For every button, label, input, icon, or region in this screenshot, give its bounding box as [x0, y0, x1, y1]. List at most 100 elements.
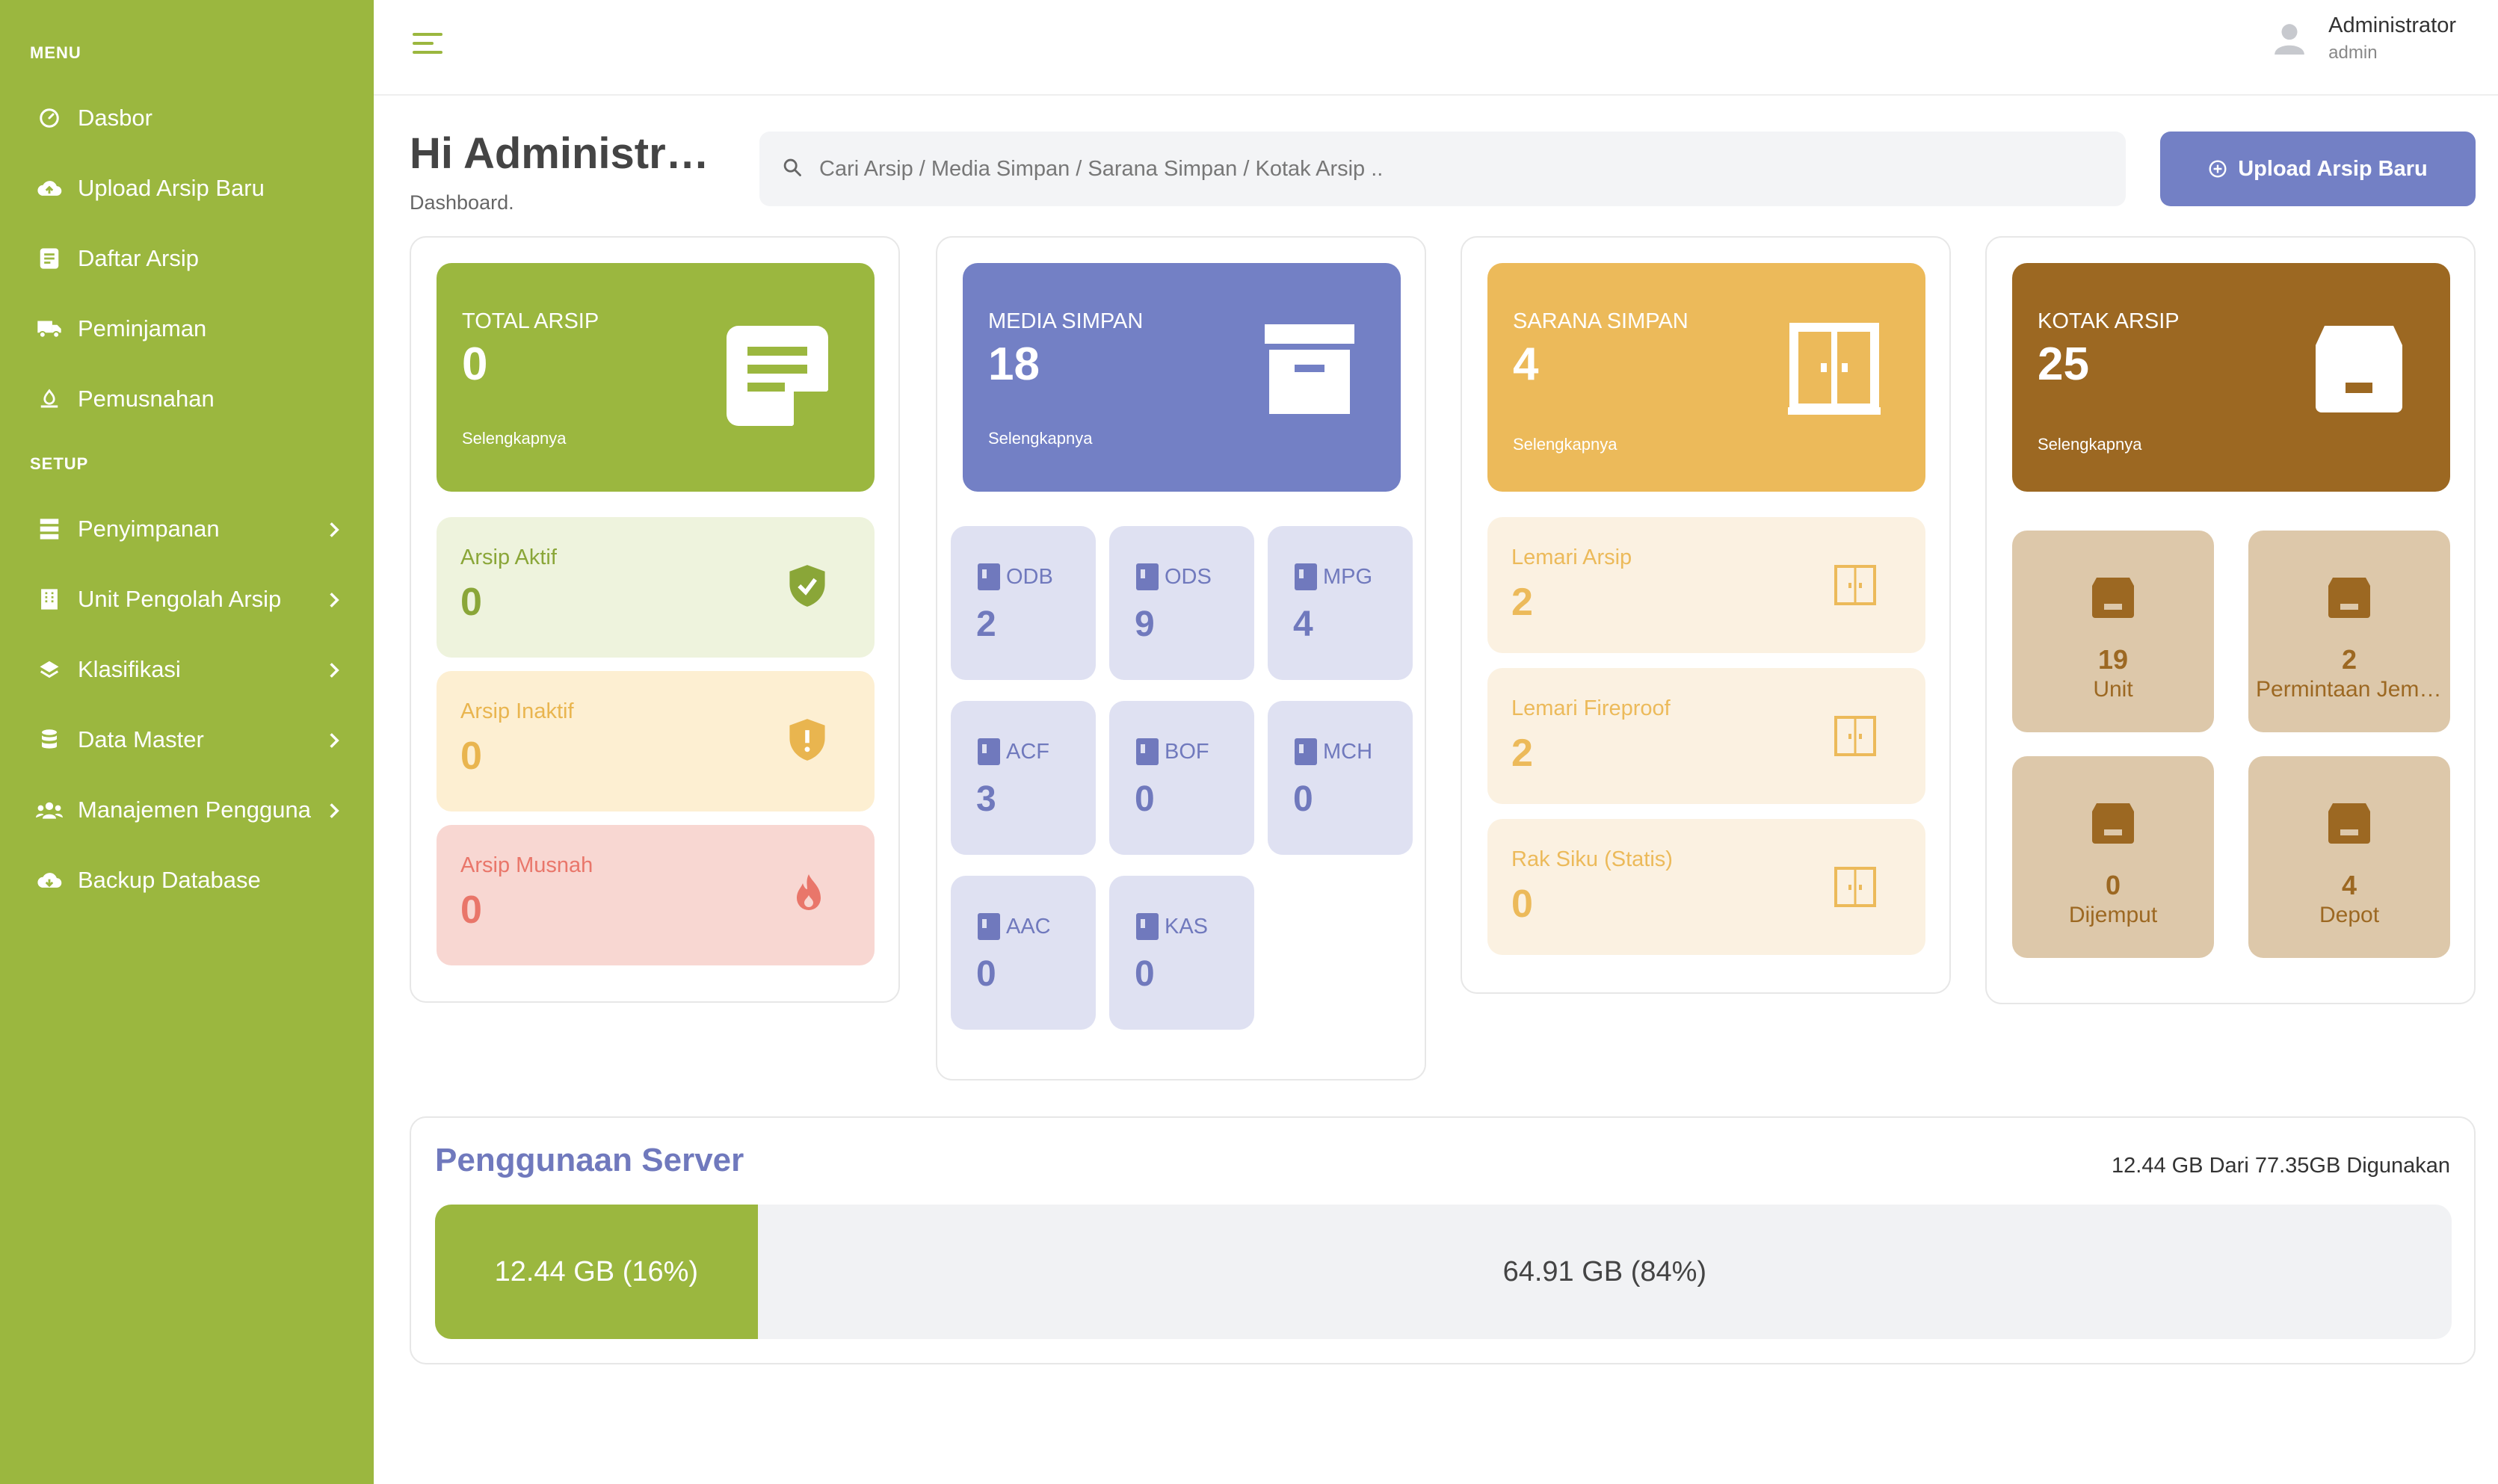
stat-value: 0: [460, 581, 482, 624]
hero-value: 18: [988, 338, 1040, 390]
media-tile-aac[interactable]: AAC 0: [951, 876, 1096, 1030]
stat-value: 2: [1511, 581, 1533, 624]
box-icon: [2091, 801, 2135, 850]
tile-label: ODS: [1165, 564, 1212, 589]
shield-check-icon: [788, 563, 827, 612]
tile-label: Depot: [2319, 903, 2380, 927]
sarana-simpan-card: SARANA SIMPAN 4 Selengkapnya Lemari Arsi…: [1461, 236, 1951, 994]
stat-rak-siku[interactable]: Rak Siku (Statis) 0: [1487, 819, 1925, 955]
stat-lemari-arsip[interactable]: Lemari Arsip 2: [1487, 517, 1925, 653]
tile-value: 4: [1293, 605, 1313, 644]
hero-value: 0: [462, 338, 488, 390]
media-simpan-hero[interactable]: MEDIA SIMPAN 18 Selengkapnya: [963, 263, 1401, 492]
more-link[interactable]: Selengkapnya: [1513, 435, 1617, 454]
tile-label: Unit: [2093, 677, 2133, 702]
stat-arsip-inaktif[interactable]: Arsip Inaktif 0: [437, 671, 875, 811]
sidebar-item-label: Manajemen Pengguna: [78, 797, 311, 823]
more-link[interactable]: Selengkapnya: [988, 429, 1092, 448]
kotak-tile-permintaan[interactable]: 2 Permintaan Jemput: [2248, 531, 2450, 732]
user-menu[interactable]: Administrator admin: [2269, 13, 2456, 64]
sidebar-item-upload-arsip-baru[interactable]: Upload Arsip Baru: [0, 158, 374, 218]
tile-value: 19: [2097, 644, 2129, 675]
recycle-icon: [36, 386, 63, 412]
box-icon: [2313, 323, 2405, 419]
stat-arsip-aktif[interactable]: Arsip Aktif 0: [437, 517, 875, 658]
sidebar-item-data-master[interactable]: Data Master: [0, 710, 374, 770]
server-usage-free: 64.91 GB (84%): [1502, 1255, 1707, 1287]
search-bar[interactable]: [759, 132, 2126, 206]
box-icon: [2091, 575, 2135, 624]
chevron-right-icon: [327, 589, 341, 616]
media-tile-kas[interactable]: KAS 0: [1109, 876, 1254, 1030]
building-icon: [36, 586, 63, 613]
more-link[interactable]: Selengkapnya: [2038, 435, 2141, 454]
search-icon: [782, 157, 803, 182]
plus-circle-icon: [2208, 159, 2227, 179]
media-icon: [1136, 738, 1159, 765]
media-simpan-card: MEDIA SIMPAN 18 Selengkapnya ODB 2 ODS 9…: [936, 236, 1426, 1080]
kotak-tile-dijemput[interactable]: 0 Dijemput: [2012, 756, 2214, 958]
box-icon: [2327, 801, 2372, 850]
sidebar-item-backup-database[interactable]: Backup Database: [0, 850, 374, 910]
truck-icon: [36, 315, 63, 342]
kotak-tile-unit[interactable]: 19 Unit: [2012, 531, 2214, 732]
stat-value: 2: [1511, 732, 1533, 775]
media-tile-ods[interactable]: ODS 9: [1109, 526, 1254, 680]
hero-label: MEDIA SIMPAN: [988, 309, 1144, 333]
stat-arsip-musnah[interactable]: Arsip Musnah 0: [437, 825, 875, 965]
kotak-arsip-card: KOTAK ARSIP 25 Selengkapnya 19 Unit 2 Pe…: [1985, 236, 2476, 1004]
stat-lemari-fireproof[interactable]: Lemari Fireproof 2: [1487, 668, 1925, 804]
cabinet-icon: [1833, 563, 1878, 612]
shield-alert-icon: [788, 717, 827, 766]
page-subtitle: Dashboard.: [410, 191, 514, 214]
kotak-tile-depot[interactable]: 4 Depot: [2248, 756, 2450, 958]
sidebar-item-unit-pengolah-arsip[interactable]: Unit Pengolah Arsip: [0, 569, 374, 629]
sidebar-item-dasbor[interactable]: Dasbor: [0, 88, 374, 148]
sidebar-item-pemusnahan[interactable]: Pemusnahan: [0, 369, 374, 429]
sidebar-item-klasifikasi[interactable]: Klasifikasi: [0, 640, 374, 699]
media-tile-bof[interactable]: BOF 0: [1109, 701, 1254, 855]
kotak-arsip-hero[interactable]: KOTAK ARSIP 25 Selengkapnya: [2012, 263, 2450, 492]
sidebar-item-daftar-arsip[interactable]: Daftar Arsip: [0, 229, 374, 288]
user-role: admin: [2328, 43, 2378, 63]
media-tile-acf[interactable]: ACF 3: [951, 701, 1096, 855]
topbar: Administrator admin: [374, 0, 2498, 96]
sarana-simpan-hero[interactable]: SARANA SIMPAN 4 Selengkapnya: [1487, 263, 1925, 492]
dashboard-icon: [36, 105, 63, 132]
layers-icon: [36, 656, 63, 683]
users-icon: [36, 797, 63, 823]
sidebar-item-penyimpanan[interactable]: Penyimpanan: [0, 499, 374, 559]
tile-label: Permintaan Jemput: [2256, 677, 2443, 702]
total-arsip-hero[interactable]: TOTAL ARSIP 0 Selengkapnya: [437, 263, 875, 492]
stat-label: Arsip Musnah: [460, 853, 593, 877]
media-tile-mpg[interactable]: MPG 4: [1268, 526, 1413, 680]
tile-value: 9: [1135, 605, 1155, 644]
sidebar-item-manajemen-pengguna[interactable]: Manajemen Pengguna: [0, 780, 374, 840]
tile-label: Dijemput: [2068, 903, 2158, 927]
server-usage-used: 12.44 GB (16%): [435, 1205, 758, 1339]
sidebar-item-peminjaman[interactable]: Peminjaman: [0, 299, 374, 359]
more-link[interactable]: Selengkapnya: [462, 429, 566, 448]
media-tile-mch[interactable]: MCH 0: [1268, 701, 1413, 855]
avatar-icon: [2269, 18, 2310, 60]
search-input[interactable]: [819, 156, 2090, 182]
sidebar-item-label: Daftar Arsip: [78, 245, 199, 271]
tile-value: 0: [976, 954, 996, 994]
fire-icon: [791, 871, 827, 917]
cabinet-icon: [1788, 323, 1881, 419]
tile-label: ACF: [1006, 739, 1049, 764]
server-icon: [36, 516, 63, 542]
server-usage-title: Penggunaan Server: [435, 1142, 744, 1178]
chevron-right-icon: [327, 800, 341, 826]
hero-label: SARANA SIMPAN: [1513, 309, 1689, 333]
document-list-icon: [36, 245, 63, 272]
media-tile-odb[interactable]: ODB 2: [951, 526, 1096, 680]
media-icon: [1295, 738, 1317, 765]
menu-toggle-icon[interactable]: [411, 30, 448, 60]
archive-box-icon: [1263, 323, 1356, 419]
upload-arsip-button[interactable]: Upload Arsip Baru: [2160, 132, 2476, 206]
tile-value: 3: [976, 779, 996, 819]
cabinet-icon: [1833, 865, 1878, 914]
stat-label: Lemari Fireproof: [1511, 696, 1671, 720]
tile-label: MPG: [1323, 564, 1373, 589]
